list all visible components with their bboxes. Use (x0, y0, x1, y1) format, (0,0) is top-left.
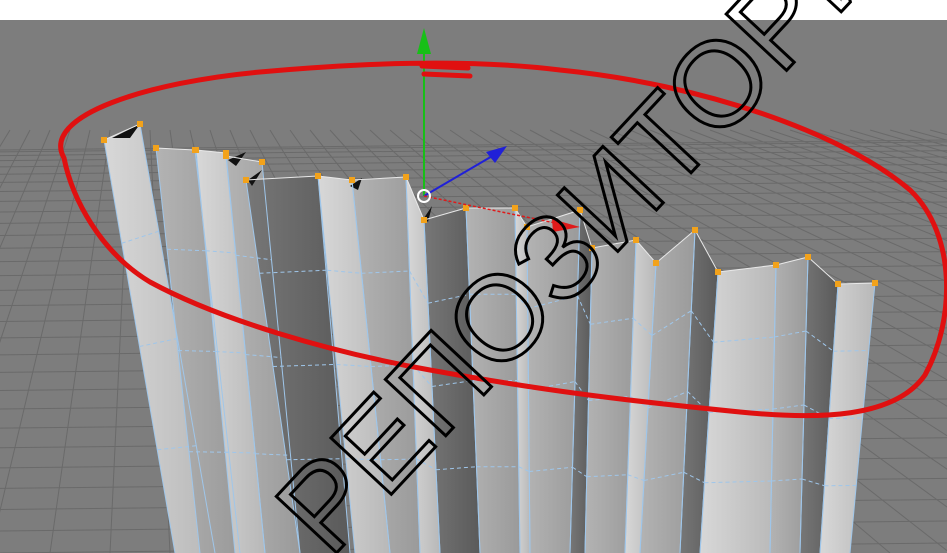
vertex-handle[interactable] (349, 177, 355, 183)
vertex-handle[interactable] (193, 147, 199, 153)
vertex-handle[interactable] (805, 254, 811, 260)
vertex-handle[interactable] (524, 224, 530, 230)
modeling-viewport-screenshot: РЕПОЗИТОРИЙ БГЭУ (0, 0, 947, 553)
vertex-handle[interactable] (403, 174, 409, 180)
3d-viewport[interactable] (0, 20, 947, 553)
vertex-handle[interactable] (692, 227, 698, 233)
vertex-handle[interactable] (153, 145, 159, 151)
vertex-handle[interactable] (243, 177, 249, 183)
vertex-handle[interactable] (259, 159, 265, 165)
vertex-handle[interactable] (137, 121, 143, 127)
vertex-handle[interactable] (223, 153, 229, 159)
vertex-handle[interactable] (512, 205, 518, 211)
vertex-handle[interactable] (589, 245, 595, 251)
vertex-handle[interactable] (463, 205, 469, 211)
vertex-handle[interactable] (101, 137, 107, 143)
vertex-handle[interactable] (653, 260, 659, 266)
vertex-handle[interactable] (577, 207, 583, 213)
vertex-handle[interactable] (421, 217, 427, 223)
viewport-canvas[interactable] (0, 20, 947, 553)
vertex-handle[interactable] (773, 262, 779, 268)
vertex-handle[interactable] (835, 281, 841, 287)
vertex-handle[interactable] (633, 237, 639, 243)
vertex-handle[interactable] (872, 280, 878, 286)
vertex-handle[interactable] (715, 269, 721, 275)
vertex-handle[interactable] (315, 173, 321, 179)
